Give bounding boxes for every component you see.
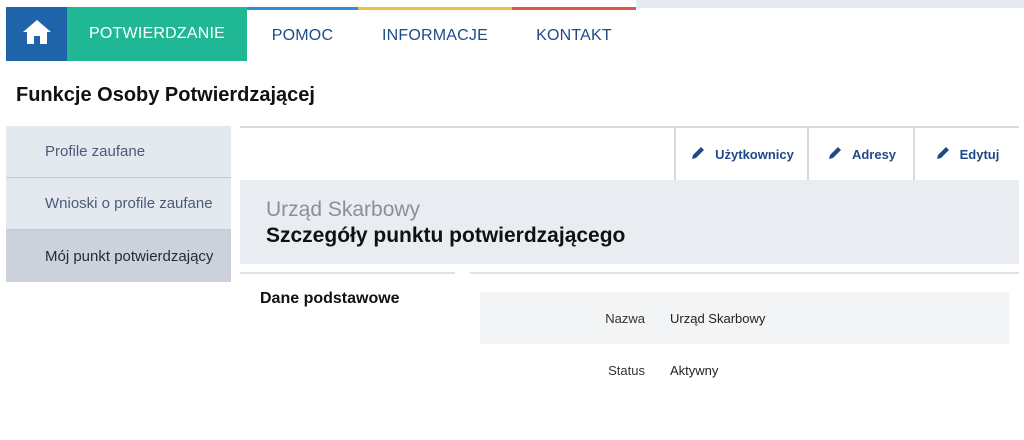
- edit-button-label: Edytuj: [959, 146, 1000, 162]
- action-toolbar: Użytkownicy Adresy Edytuj: [240, 126, 1019, 180]
- panel-title: Szczegóły punktu potwierdzającego: [266, 224, 626, 247]
- sidebar-item-wnioski[interactable]: Wnioski o profile zaufane: [6, 178, 231, 230]
- detail-value: Aktywny: [670, 362, 719, 378]
- edit-button[interactable]: Edytuj: [913, 128, 1019, 180]
- nav-pomoc[interactable]: POMOC: [247, 7, 358, 61]
- pencil-icon: [935, 145, 960, 164]
- users-button-label: Użytkownicy: [715, 146, 794, 162]
- users-button[interactable]: Użytkownicy: [674, 128, 808, 180]
- home-button[interactable]: [6, 7, 67, 61]
- details-section: Dane podstawowe Nazwa Urząd Skarbowy Sta…: [240, 264, 1019, 404]
- section-label: Dane podstawowe: [260, 290, 400, 307]
- panel-header: Urząd Skarbowy Szczegóły punktu potwierd…: [240, 180, 1019, 264]
- section-divider: [240, 272, 455, 274]
- nav-kontakt[interactable]: KONTAKT: [512, 7, 636, 61]
- detail-key: Status: [608, 362, 645, 378]
- nav-potwierdzanie[interactable]: POTWIERDZANIE: [67, 7, 247, 61]
- main-content: Użytkownicy Adresy Edytuj Urząd Skarbowy…: [240, 126, 1019, 404]
- section-divider: [470, 272, 1019, 274]
- nav-informacje[interactable]: INFORMACJE: [358, 7, 512, 61]
- detail-key: Nazwa: [605, 310, 645, 326]
- home-icon: [21, 18, 53, 51]
- addresses-button[interactable]: Adresy: [807, 128, 914, 180]
- office-name: Urząd Skarbowy: [266, 198, 421, 221]
- sidebar-item-profile-zaufane[interactable]: Profile zaufane: [6, 126, 231, 178]
- detail-row-nazwa: Nazwa Urząd Skarbowy: [480, 292, 1009, 344]
- page-title: Funkcje Osoby Potwierdzającej: [16, 84, 315, 106]
- addresses-button-label: Adresy: [851, 146, 897, 162]
- sidebar-item-moj-punkt[interactable]: Mój punkt potwierdzający: [6, 230, 231, 282]
- pencil-icon: [827, 145, 852, 164]
- top-strip: [636, 0, 1024, 8]
- detail-value: Urząd Skarbowy: [670, 310, 766, 326]
- sidebar: Profile zaufane Wnioski o profile zaufan…: [6, 126, 231, 282]
- detail-row-status: Status Aktywny: [480, 344, 1009, 396]
- pencil-icon: [690, 145, 715, 164]
- top-navigation: POTWIERDZANIE POMOC INFORMACJE KONTAKT: [0, 0, 1024, 61]
